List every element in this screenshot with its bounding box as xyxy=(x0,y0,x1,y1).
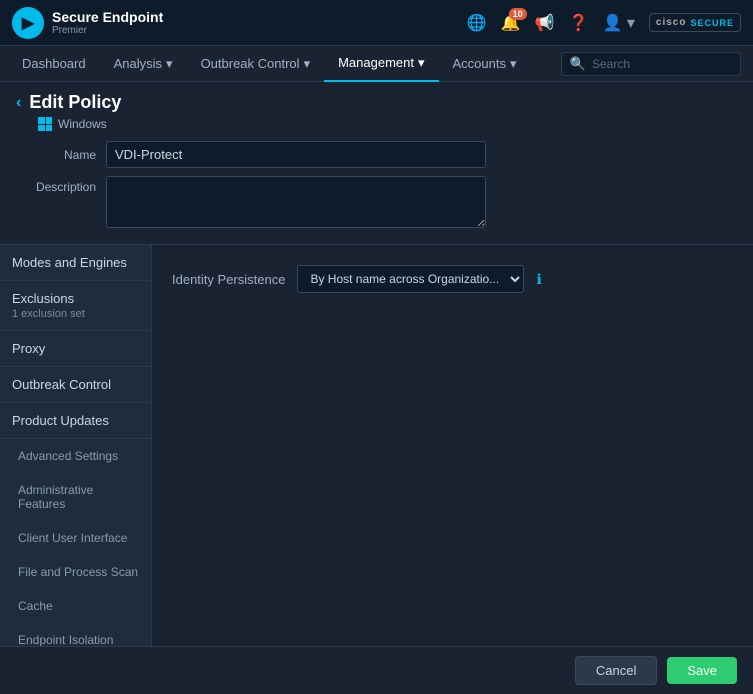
search-input[interactable] xyxy=(592,57,732,71)
app-logo-icon: ▶ xyxy=(12,7,44,39)
sidebar-item-proxy[interactable]: Proxy xyxy=(0,331,151,366)
footer: Cancel Save xyxy=(0,646,753,694)
logo-area: ▶ Secure Endpoint Premier xyxy=(12,7,172,39)
topbar: ▶ Secure Endpoint Premier 🌐 🔔 10 📢 ❓ 👤 ▾… xyxy=(0,0,753,46)
back-button[interactable]: ‹ xyxy=(16,94,21,112)
page-header: ‹ Edit Policy Windows Name Description xyxy=(0,82,753,245)
secure-label: SECURE xyxy=(690,18,734,28)
save-button[interactable]: Save xyxy=(667,657,737,684)
help-icon[interactable]: ❓ xyxy=(569,13,589,33)
sidebar-item-advanced-settings[interactable]: Advanced Settings xyxy=(0,439,151,473)
sidebar-group-modes: Modes and Engines xyxy=(0,245,151,281)
description-label: Description xyxy=(16,180,96,194)
page-subtitle: Windows xyxy=(38,117,737,131)
nav-dashboard[interactable]: Dashboard xyxy=(8,46,100,82)
broadcast-icon[interactable]: 📢 xyxy=(535,13,555,33)
page: ‹ Edit Policy Windows Name Description xyxy=(0,82,753,694)
name-input[interactable] xyxy=(106,141,486,168)
content-panel: Identity Persistence By Host name across… xyxy=(152,245,753,646)
sidebar-group-product-updates: Product Updates xyxy=(0,403,151,439)
sidebar-item-cache[interactable]: Cache xyxy=(0,589,151,623)
sidebar-item-exclusions[interactable]: Exclusions 1 exclusion set xyxy=(0,281,151,330)
logo-text: Secure Endpoint Premier xyxy=(52,9,163,36)
sidebar-group-exclusions: Exclusions 1 exclusion set xyxy=(0,281,151,331)
cisco-label: cisco xyxy=(656,17,687,28)
os-label: Windows xyxy=(58,117,107,131)
globe-icon[interactable]: 🌐 xyxy=(467,13,487,33)
cisco-brand: cisco SECURE xyxy=(649,13,741,32)
sidebar-item-endpoint-isolation[interactable]: Endpoint Isolation xyxy=(0,623,151,646)
subnav: Dashboard Analysis ▾ Outbreak Control ▾ … xyxy=(0,46,753,82)
user-icon[interactable]: 👤 ▾ xyxy=(603,13,635,33)
nav-management[interactable]: Management ▾ xyxy=(324,46,438,82)
topbar-icons: 🌐 🔔 10 📢 ❓ 👤 ▾ cisco SECURE xyxy=(467,13,741,33)
content-inner: Identity Persistence By Host name across… xyxy=(152,245,753,313)
info-icon[interactable]: ℹ xyxy=(536,271,541,288)
sidebar-item-modes-engines[interactable]: Modes and Engines xyxy=(0,245,151,280)
sidebar: Modes and Engines Exclusions 1 exclusion… xyxy=(0,245,152,646)
nav-outbreak-control[interactable]: Outbreak Control ▾ xyxy=(187,46,325,82)
cancel-button[interactable]: Cancel xyxy=(575,656,657,685)
exclusion-count: 1 exclusion set xyxy=(12,308,139,320)
sidebar-item-product-updates[interactable]: Product Updates xyxy=(0,403,151,438)
description-row: Description xyxy=(16,176,737,228)
sidebar-item-outbreak-control[interactable]: Outbreak Control xyxy=(0,367,151,402)
windows-icon xyxy=(38,117,52,131)
page-title: Edit Policy xyxy=(29,92,121,113)
notification-badge: 10 xyxy=(509,8,527,20)
search-icon: 🔍 xyxy=(570,56,586,72)
sidebar-group-proxy: Proxy xyxy=(0,331,151,367)
app-name: Secure Endpoint xyxy=(52,9,163,25)
search-bar[interactable]: 🔍 xyxy=(561,52,741,76)
identity-persistence-select[interactable]: By Host name across Organizatio... By MA… xyxy=(297,265,524,293)
sidebar-item-file-process-scan[interactable]: File and Process Scan xyxy=(0,555,151,589)
page-title-row: ‹ Edit Policy xyxy=(16,92,737,113)
nav-accounts[interactable]: Accounts ▾ xyxy=(439,46,531,82)
nav-analysis[interactable]: Analysis ▾ xyxy=(100,46,187,82)
app-subtitle: Premier xyxy=(52,25,163,36)
name-row: Name xyxy=(16,141,737,168)
identity-persistence-row: Identity Persistence By Host name across… xyxy=(172,265,733,293)
sidebar-item-administrative-features[interactable]: Administrative Features xyxy=(0,473,151,521)
sidebar-group-outbreak: Outbreak Control xyxy=(0,367,151,403)
main-layout: Modes and Engines Exclusions 1 exclusion… xyxy=(0,245,753,646)
name-label: Name xyxy=(16,148,96,162)
description-input[interactable] xyxy=(106,176,486,228)
sidebar-item-client-user-interface[interactable]: Client User Interface xyxy=(0,521,151,555)
identity-persistence-label: Identity Persistence xyxy=(172,272,285,287)
notification-icon[interactable]: 🔔 10 xyxy=(501,13,521,33)
